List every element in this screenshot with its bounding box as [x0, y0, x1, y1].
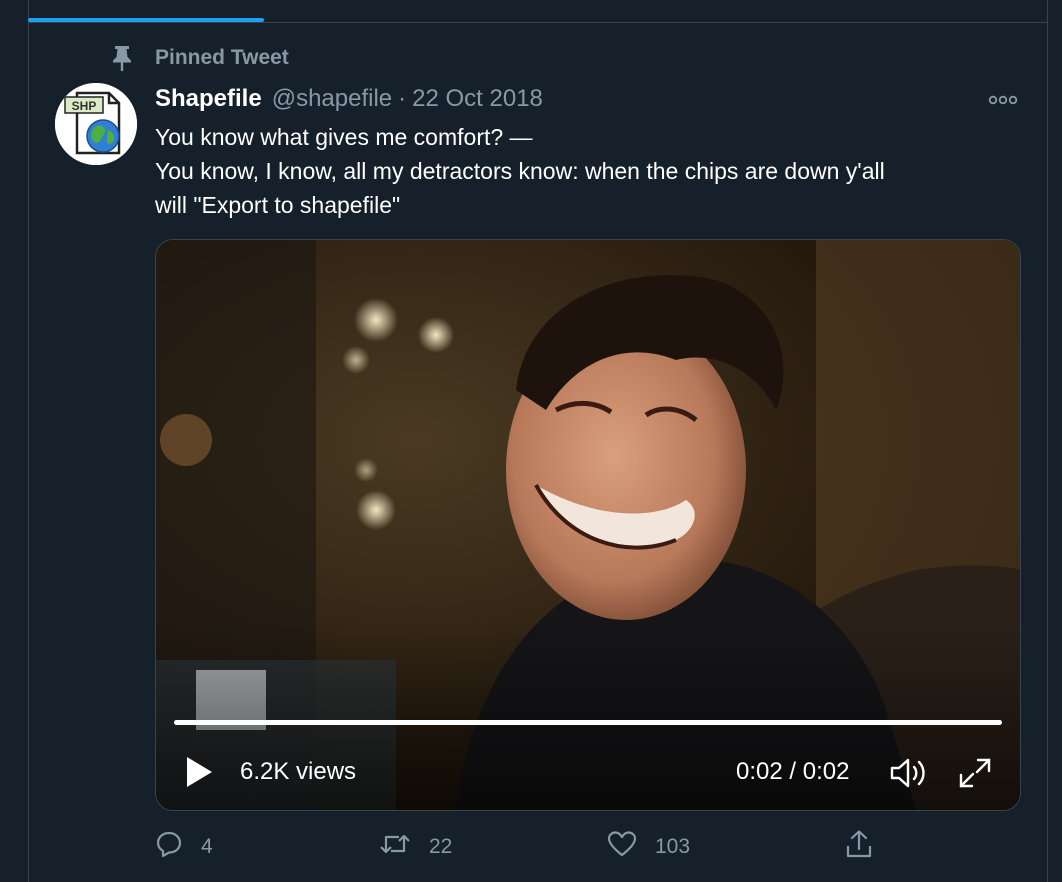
video-time: 0:02 / 0:02 [736, 758, 850, 785]
play-icon[interactable] [184, 754, 214, 790]
tweet-text-line: will "Export to shapefile" [155, 192, 401, 218]
timeline-page: Pinned Tweet SHP Shapefile @shapefile · … [0, 0, 1062, 882]
tweet-text-line: You know, I know, all my detractors know… [155, 158, 885, 184]
like-button[interactable]: 103 [607, 827, 690, 867]
volume-icon[interactable] [888, 754, 930, 792]
tweet-header: Shapefile @shapefile · 22 Oct 2018 [155, 83, 543, 115]
column-border-right [1047, 0, 1048, 882]
reply-count: 4 [201, 835, 213, 858]
retweet-icon [379, 830, 411, 864]
profile-tab-bar [28, 0, 1048, 23]
pinned-tweet[interactable]: Pinned Tweet SHP Shapefile @shapefile · … [29, 23, 1047, 882]
tweet-text-line: You know what gives me comfort? — [155, 124, 533, 150]
view-count: 6.2K views [240, 758, 357, 785]
fullscreen-icon[interactable] [956, 756, 994, 790]
share-button[interactable] [845, 827, 873, 867]
retweet-button[interactable]: 22 [379, 827, 452, 867]
avatar[interactable]: SHP [55, 83, 137, 165]
share-icon [845, 829, 873, 865]
pinned-label: Pinned Tweet [155, 46, 289, 69]
tweet-text: You know what gives me comfort? — You kn… [155, 120, 1025, 222]
more-icon[interactable] [986, 89, 1020, 111]
like-count: 103 [655, 835, 691, 858]
tweet-date[interactable]: 22 Oct 2018 [412, 85, 543, 113]
video-player[interactable]: 6.2K views 0:02 / 0:02 [155, 239, 1021, 811]
reply-icon [155, 830, 183, 864]
pin-icon [109, 43, 135, 73]
separator-dot: · [398, 85, 407, 112]
video-controls: 6.2K views 0:02 / 0:02 [156, 748, 1020, 798]
avatar-badge-text: SHP [72, 99, 97, 113]
display-name[interactable]: Shapefile [155, 85, 262, 113]
tweet-actions: 4 22 103 [155, 827, 1025, 867]
like-icon [607, 830, 637, 864]
reply-button[interactable]: 4 [155, 827, 213, 867]
video-progress-fill [174, 720, 1002, 725]
active-tab-indicator[interactable] [28, 18, 264, 22]
pinned-row: Pinned Tweet [109, 43, 289, 73]
retweet-count: 22 [429, 835, 453, 858]
video-progress-bar[interactable] [174, 720, 1002, 725]
user-handle[interactable]: @shapefile [272, 85, 392, 113]
